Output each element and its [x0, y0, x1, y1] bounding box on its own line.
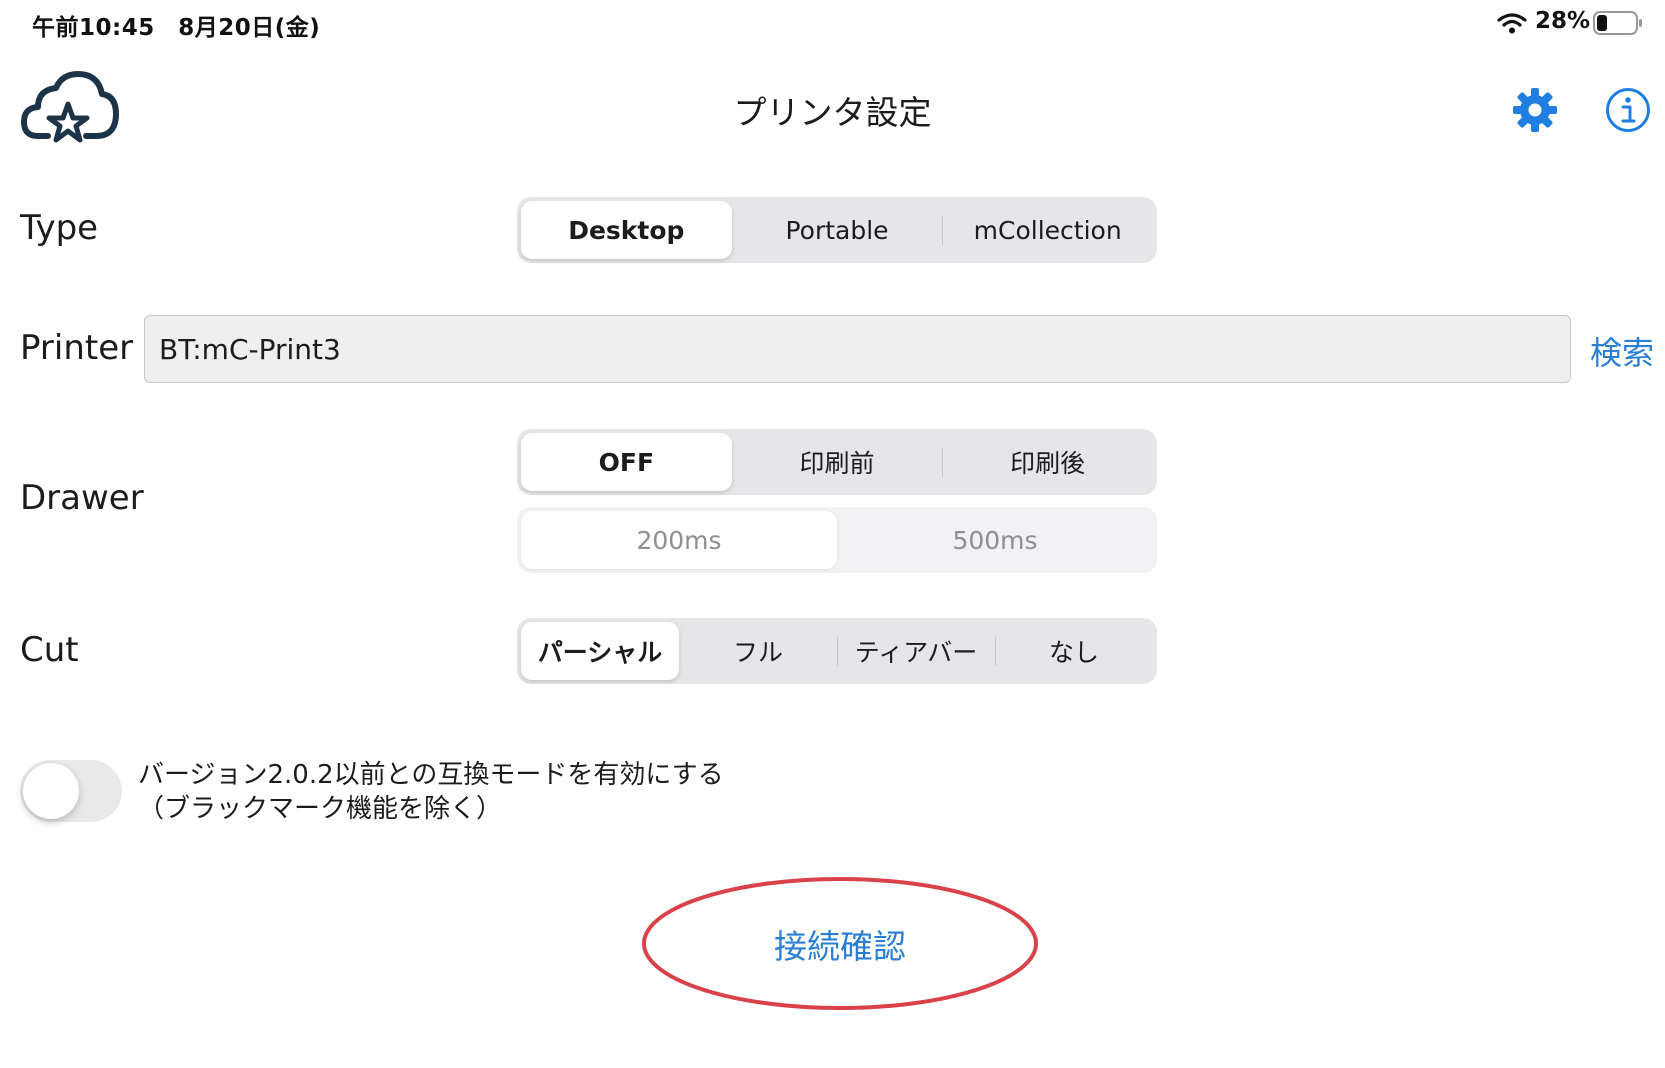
drawer-duration-segmented-control: 200ms 500ms: [517, 507, 1157, 573]
connection-check-button[interactable]: 接続確認: [640, 876, 1040, 1011]
printer-label: Printer: [20, 328, 134, 368]
drawer-option-off[interactable]: OFF: [521, 433, 732, 491]
cut-segmented-control: パーシャル フル ティアバー なし: [517, 618, 1157, 684]
type-option-mcollection[interactable]: mCollection: [942, 201, 1153, 259]
duration-option-500ms[interactable]: 500ms: [837, 511, 1153, 569]
cut-option-partial[interactable]: パーシャル: [521, 622, 679, 680]
connection-check-label: 接続確認: [774, 926, 906, 966]
cut-option-full[interactable]: フル: [679, 622, 837, 680]
battery-percent: 28%: [1535, 8, 1591, 34]
gear-icon[interactable]: [1511, 86, 1559, 134]
type-label: Type: [20, 208, 99, 248]
type-option-portable[interactable]: Portable: [732, 201, 943, 259]
status-time: 午前10:45 8月20日(金): [32, 15, 321, 41]
compat-mode-label: バージョン2.0.2以前との互換モードを有効にする: [138, 760, 724, 790]
page-title: プリンタ設定: [733, 93, 932, 132]
drawer-label: Drawer: [20, 478, 144, 518]
printer-field[interactable]: BT:mC-Print3: [144, 315, 1571, 383]
info-icon[interactable]: [1604, 86, 1652, 134]
drawer-option-before-print[interactable]: 印刷前: [732, 433, 943, 491]
battery-icon: [1593, 11, 1642, 35]
cut-label: Cut: [20, 630, 79, 670]
drawer-segmented-control: OFF 印刷前 印刷後: [517, 429, 1157, 495]
wifi-icon: [1497, 13, 1527, 34]
cut-option-none[interactable]: なし: [995, 622, 1153, 680]
drawer-option-after-print[interactable]: 印刷後: [942, 433, 1153, 491]
compat-mode-toggle[interactable]: [20, 760, 122, 822]
duration-option-200ms[interactable]: 200ms: [521, 511, 837, 569]
toggle-knob: [23, 763, 79, 819]
compat-mode-note: （ブラックマーク機能を除く）: [138, 794, 503, 824]
type-segmented-control: Desktop Portable mCollection: [517, 197, 1157, 263]
cut-option-tear-bar[interactable]: ティアバー: [837, 622, 995, 680]
type-option-desktop[interactable]: Desktop: [521, 201, 732, 259]
search-button[interactable]: 検索: [1590, 328, 1654, 374]
